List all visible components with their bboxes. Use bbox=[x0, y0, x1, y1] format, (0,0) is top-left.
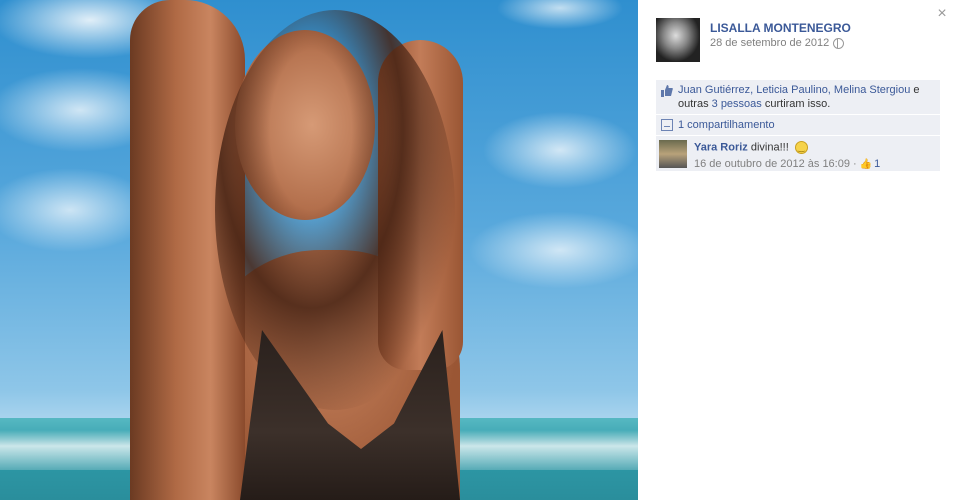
shares-link[interactable]: 1 compartilhamento bbox=[678, 119, 775, 131]
smile-emoticon-icon: ‿ bbox=[794, 141, 808, 154]
comment-text: divina!!! bbox=[750, 141, 789, 154]
likes-box: Juan Gutiérrez, Leticia Paulino, Melina … bbox=[656, 80, 940, 114]
comment-like-icon: 👍 bbox=[859, 158, 873, 170]
author-avatar[interactable] bbox=[656, 18, 700, 62]
comment-body: Yara Roriz divina!!! ‿ 16 de outubro de … bbox=[694, 141, 880, 170]
comment-item: Yara Roriz divina!!! ‿ 16 de outubro de … bbox=[656, 136, 940, 171]
comment-like-count[interactable]: 1 bbox=[874, 158, 880, 170]
comment-line: Yara Roriz divina!!! ‿ bbox=[694, 141, 880, 154]
author-info: LISALLA MONTENEGRO 28 de setembro de 201… bbox=[710, 18, 851, 62]
commenter-avatar[interactable] bbox=[659, 140, 687, 168]
globe-icon bbox=[833, 37, 845, 49]
post-author: LISALLA MONTENEGRO 28 de setembro de 201… bbox=[656, 18, 851, 62]
share-icon bbox=[661, 119, 673, 131]
info-panel: × LISALLA MONTENEGRO 28 de setembro de 2… bbox=[638, 0, 956, 500]
like-thumb-icon bbox=[661, 85, 673, 97]
author-name-link[interactable]: LISALLA MONTENEGRO bbox=[710, 21, 851, 35]
commenter-name-link[interactable]: Yara Roriz bbox=[694, 141, 748, 153]
shares-box: 1 compartilhamento bbox=[656, 115, 940, 135]
other-likers-link[interactable]: 3 pessoas bbox=[712, 98, 762, 110]
close-icon[interactable]: × bbox=[932, 4, 952, 24]
likers-link[interactable]: Juan Gutiérrez, Leticia Paulino, Melina … bbox=[678, 84, 910, 96]
post-date-row: 28 de setembro de 2012 bbox=[710, 37, 851, 49]
likes-suffix: curtiram isso. bbox=[761, 98, 831, 110]
photo-viewer: × LISALLA MONTENEGRO 28 de setembro de 2… bbox=[0, 0, 956, 500]
comment-meta: 16 de outubro de 2012 às 16:09 · 👍 1 bbox=[694, 158, 880, 170]
meta-separator: · bbox=[852, 158, 857, 170]
comment-date[interactable]: 16 de outubro de 2012 às 16:09 bbox=[694, 158, 850, 170]
post-date[interactable]: 28 de setembro de 2012 bbox=[710, 37, 829, 49]
photo-figure-hair bbox=[215, 10, 455, 410]
photo[interactable] bbox=[0, 0, 638, 500]
